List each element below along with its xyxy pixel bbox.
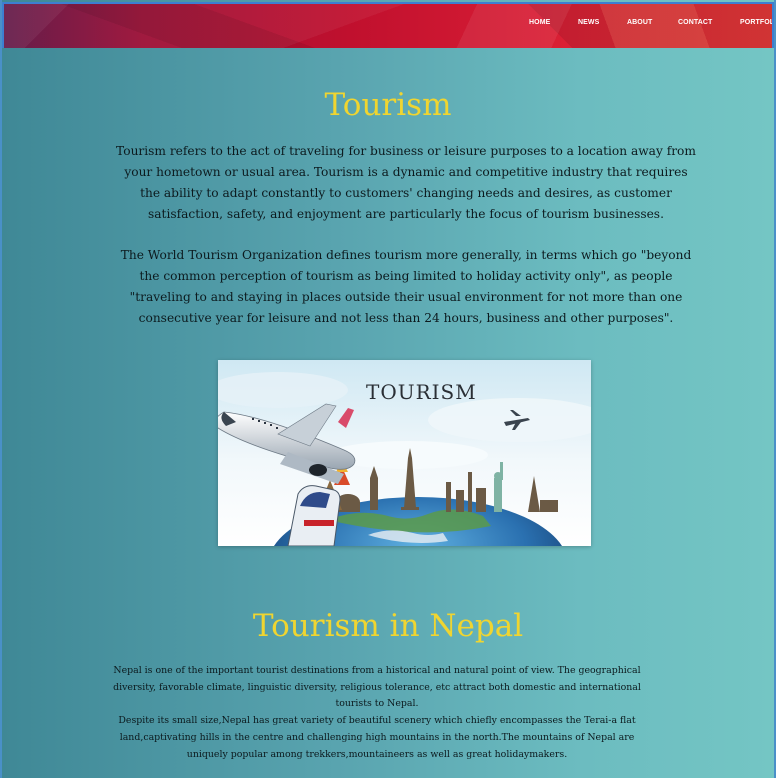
nepal-paragraph: Nepal is one of the important tourist de… [110, 663, 644, 763]
nav-link-portfolio[interactable]: PORTFOLIO [730, 15, 772, 31]
nepal-paragraph-line-2: Despite its small size,Nepal has great v… [118, 715, 636, 760]
nepal-paragraph-line-1: Nepal is one of the important tourist de… [113, 665, 641, 710]
tourism-paragraph-2: The World Tourism Organization defines t… [120, 248, 692, 325]
nav-link-about[interactable]: ABOUT [617, 15, 662, 31]
nav-link-contact[interactable]: CONTACT [668, 15, 722, 31]
top-navbar: HOME NEWS ABOUT CONTACT PORTFOLIO [2, 2, 774, 48]
tourism-paragraph-1: Tourism refers to the act of traveling f… [116, 144, 696, 221]
nav-link-home[interactable]: HOME [519, 15, 560, 31]
nav-link-news[interactable]: NEWS [568, 15, 609, 31]
nepal-heading: Tourism in Nepal [252, 608, 524, 644]
image-caption-text: TOURISM [366, 380, 477, 404]
tourism-hero-image: TOURISM [218, 360, 591, 546]
tourism-heading: Tourism [324, 87, 452, 123]
